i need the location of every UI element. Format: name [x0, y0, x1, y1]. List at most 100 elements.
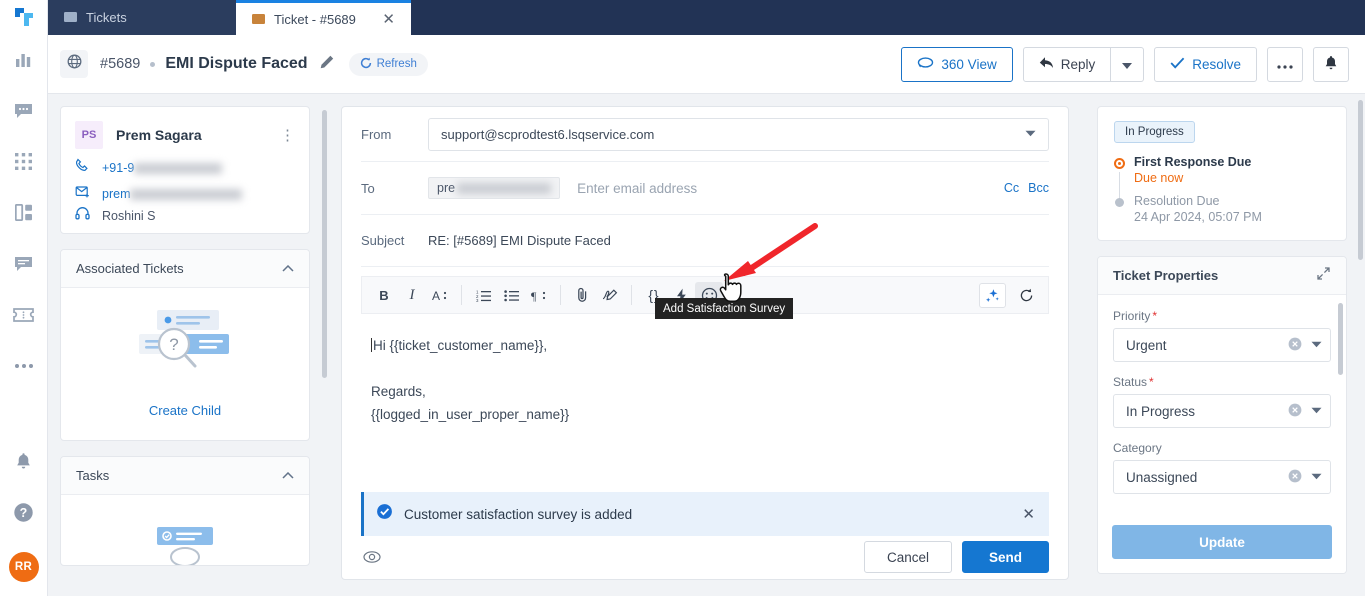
- reply-arrow-icon: [1039, 56, 1054, 72]
- expand-icon[interactable]: [1316, 266, 1331, 286]
- page-scrollbar[interactable]: [1358, 100, 1363, 260]
- contact-phone-row[interactable]: +91-9: [61, 155, 309, 181]
- clear-icon[interactable]: [1288, 337, 1302, 354]
- cc-link[interactable]: Cc: [1004, 181, 1019, 195]
- italic-icon[interactable]: I: [398, 282, 426, 308]
- contact-email-row[interactable]: prem: [61, 181, 309, 207]
- status-select[interactable]: In Progress: [1113, 394, 1331, 428]
- sidebar-item-help[interactable]: ?: [0, 487, 48, 538]
- tooltip: Add Satisfaction Survey: [655, 298, 794, 319]
- tasks-illustration-icon: [153, 527, 217, 565]
- sidebar-item-apps[interactable]: [0, 136, 48, 187]
- reply-label: Reply: [1060, 56, 1096, 72]
- chevron-down-icon: [1025, 129, 1036, 140]
- chevron-up-icon: [282, 470, 294, 482]
- contact-email: prem: [102, 187, 243, 201]
- tab-label: Tickets: [86, 10, 127, 25]
- divider: [560, 285, 561, 305]
- left-column-scrollbar[interactable]: [322, 110, 327, 378]
- ticket-properties-fields: Priority * Urgent Status * In Progress C…: [1098, 295, 1346, 515]
- phone-icon: [75, 158, 90, 178]
- sidebar-item-chat[interactable]: [0, 85, 48, 136]
- message-icon: [14, 255, 33, 273]
- sla-first-response-text: First Response Due Due now: [1134, 155, 1251, 185]
- more-actions-button[interactable]: [1267, 46, 1303, 82]
- bcc-link[interactable]: Bcc: [1028, 181, 1049, 195]
- resolve-button[interactable]: Resolve: [1154, 46, 1257, 82]
- ai-assist-icon[interactable]: [979, 282, 1006, 308]
- update-button[interactable]: Update: [1112, 525, 1332, 559]
- edit-title-icon[interactable]: [319, 54, 335, 75]
- subject-input[interactable]: RE: [#5689] EMI Dispute Faced: [428, 233, 611, 248]
- clear-icon[interactable]: [1288, 469, 1302, 486]
- refresh-button[interactable]: Refresh: [348, 52, 428, 76]
- tasks-header[interactable]: Tasks: [61, 457, 309, 495]
- view-360-button[interactable]: 360 View: [901, 46, 1013, 82]
- sidebar-item-analytics[interactable]: [0, 34, 48, 85]
- reply-dropdown-button[interactable]: [1111, 46, 1145, 82]
- reply-button[interactable]: Reply: [1022, 46, 1112, 82]
- close-icon[interactable]: ✕: [382, 12, 395, 27]
- channel-globe-button[interactable]: [60, 50, 88, 78]
- sla-resolution: Resolution Due 24 Apr 2024, 05:07 PM: [1114, 194, 1330, 224]
- svg-text:?: ?: [169, 335, 178, 354]
- contact-menu-button[interactable]: ⋮: [280, 128, 295, 143]
- priority-select[interactable]: Urgent: [1113, 328, 1331, 362]
- contact-header: PS Prem Sagara ⋮: [61, 107, 309, 155]
- to-input[interactable]: Enter email address: [577, 181, 697, 196]
- notifications-button[interactable]: [1313, 46, 1349, 82]
- ordered-list-icon[interactable]: 123: [469, 282, 497, 308]
- view-360-label: 360 View: [941, 56, 997, 72]
- svg-text:¶: ¶: [531, 289, 537, 302]
- sidebar-item-notifications[interactable]: [0, 436, 48, 487]
- cancel-button[interactable]: Cancel: [863, 541, 952, 573]
- associated-tickets-header[interactable]: Associated Tickets: [61, 250, 309, 288]
- reset-icon[interactable]: [1012, 282, 1040, 308]
- from-select[interactable]: support@scprodtest6.lsqservice.com: [428, 117, 1049, 151]
- properties-scrollbar[interactable]: [1338, 303, 1343, 375]
- ticket-properties-title: Ticket Properties: [1113, 268, 1219, 283]
- contact-agent-row: Roshini S: [61, 206, 309, 233]
- tasks-empty-state: [61, 495, 309, 565]
- create-child-link[interactable]: Create Child: [149, 403, 221, 418]
- signature-icon[interactable]: [596, 282, 624, 308]
- to-recipient-chip[interactable]: pre: [428, 177, 561, 199]
- tab-tickets[interactable]: Tickets: [48, 0, 236, 35]
- tab-label: Ticket - #5689: [274, 11, 356, 27]
- headset-icon: [75, 206, 90, 226]
- logo-icon[interactable]: [0, 0, 48, 34]
- category-value: Unassigned: [1126, 469, 1198, 485]
- view-360-icon: [917, 56, 934, 72]
- bold-icon[interactable]: B: [370, 282, 398, 308]
- to-row: To pre Enter email address Cc Bcc: [342, 162, 1068, 214]
- email-body[interactable]: Hi {{ticket_customer_name}}, Regards, {{…: [342, 314, 1068, 426]
- tab-ticket-5689[interactable]: Ticket - #5689 ✕: [236, 0, 411, 35]
- sidebar-item-messages[interactable]: [0, 238, 48, 289]
- sidebar-item-tickets[interactable]: [0, 289, 48, 340]
- ticket-header: #5689 EMI Dispute Faced Refresh 360 View…: [48, 35, 1365, 94]
- category-select[interactable]: Unassigned: [1113, 460, 1331, 494]
- sla-title: First Response Due: [1134, 155, 1252, 169]
- sidebar-item-more[interactable]: [0, 340, 48, 391]
- close-icon[interactable]: ✕: [1022, 505, 1035, 523]
- font-style-icon[interactable]: A: [426, 282, 454, 308]
- divider: [631, 285, 632, 305]
- clear-icon[interactable]: [1288, 403, 1302, 420]
- toolbar-right-actions: [979, 282, 1040, 308]
- field-status: Status * In Progress: [1113, 375, 1331, 428]
- bullet-list-icon[interactable]: [497, 282, 525, 308]
- send-button[interactable]: Send: [961, 541, 1049, 573]
- attachment-icon[interactable]: [568, 282, 596, 308]
- notification-text: Customer satisfaction survey is added: [404, 506, 633, 522]
- user-avatar[interactable]: RR: [0, 538, 48, 596]
- ticket-icon: [64, 10, 77, 25]
- chevron-down-icon: [1311, 406, 1322, 417]
- status-badge: In Progress: [1114, 121, 1195, 143]
- header-actions: 360 View Reply Resolve: [901, 46, 1349, 82]
- paragraph-icon[interactable]: ¶: [525, 282, 553, 308]
- sidebar-item-dashboard[interactable]: [0, 187, 48, 238]
- resolve-label: Resolve: [1192, 56, 1241, 72]
- chevron-down-icon: [1311, 340, 1322, 351]
- preview-icon[interactable]: [361, 546, 383, 568]
- subject-label: Subject: [361, 233, 405, 248]
